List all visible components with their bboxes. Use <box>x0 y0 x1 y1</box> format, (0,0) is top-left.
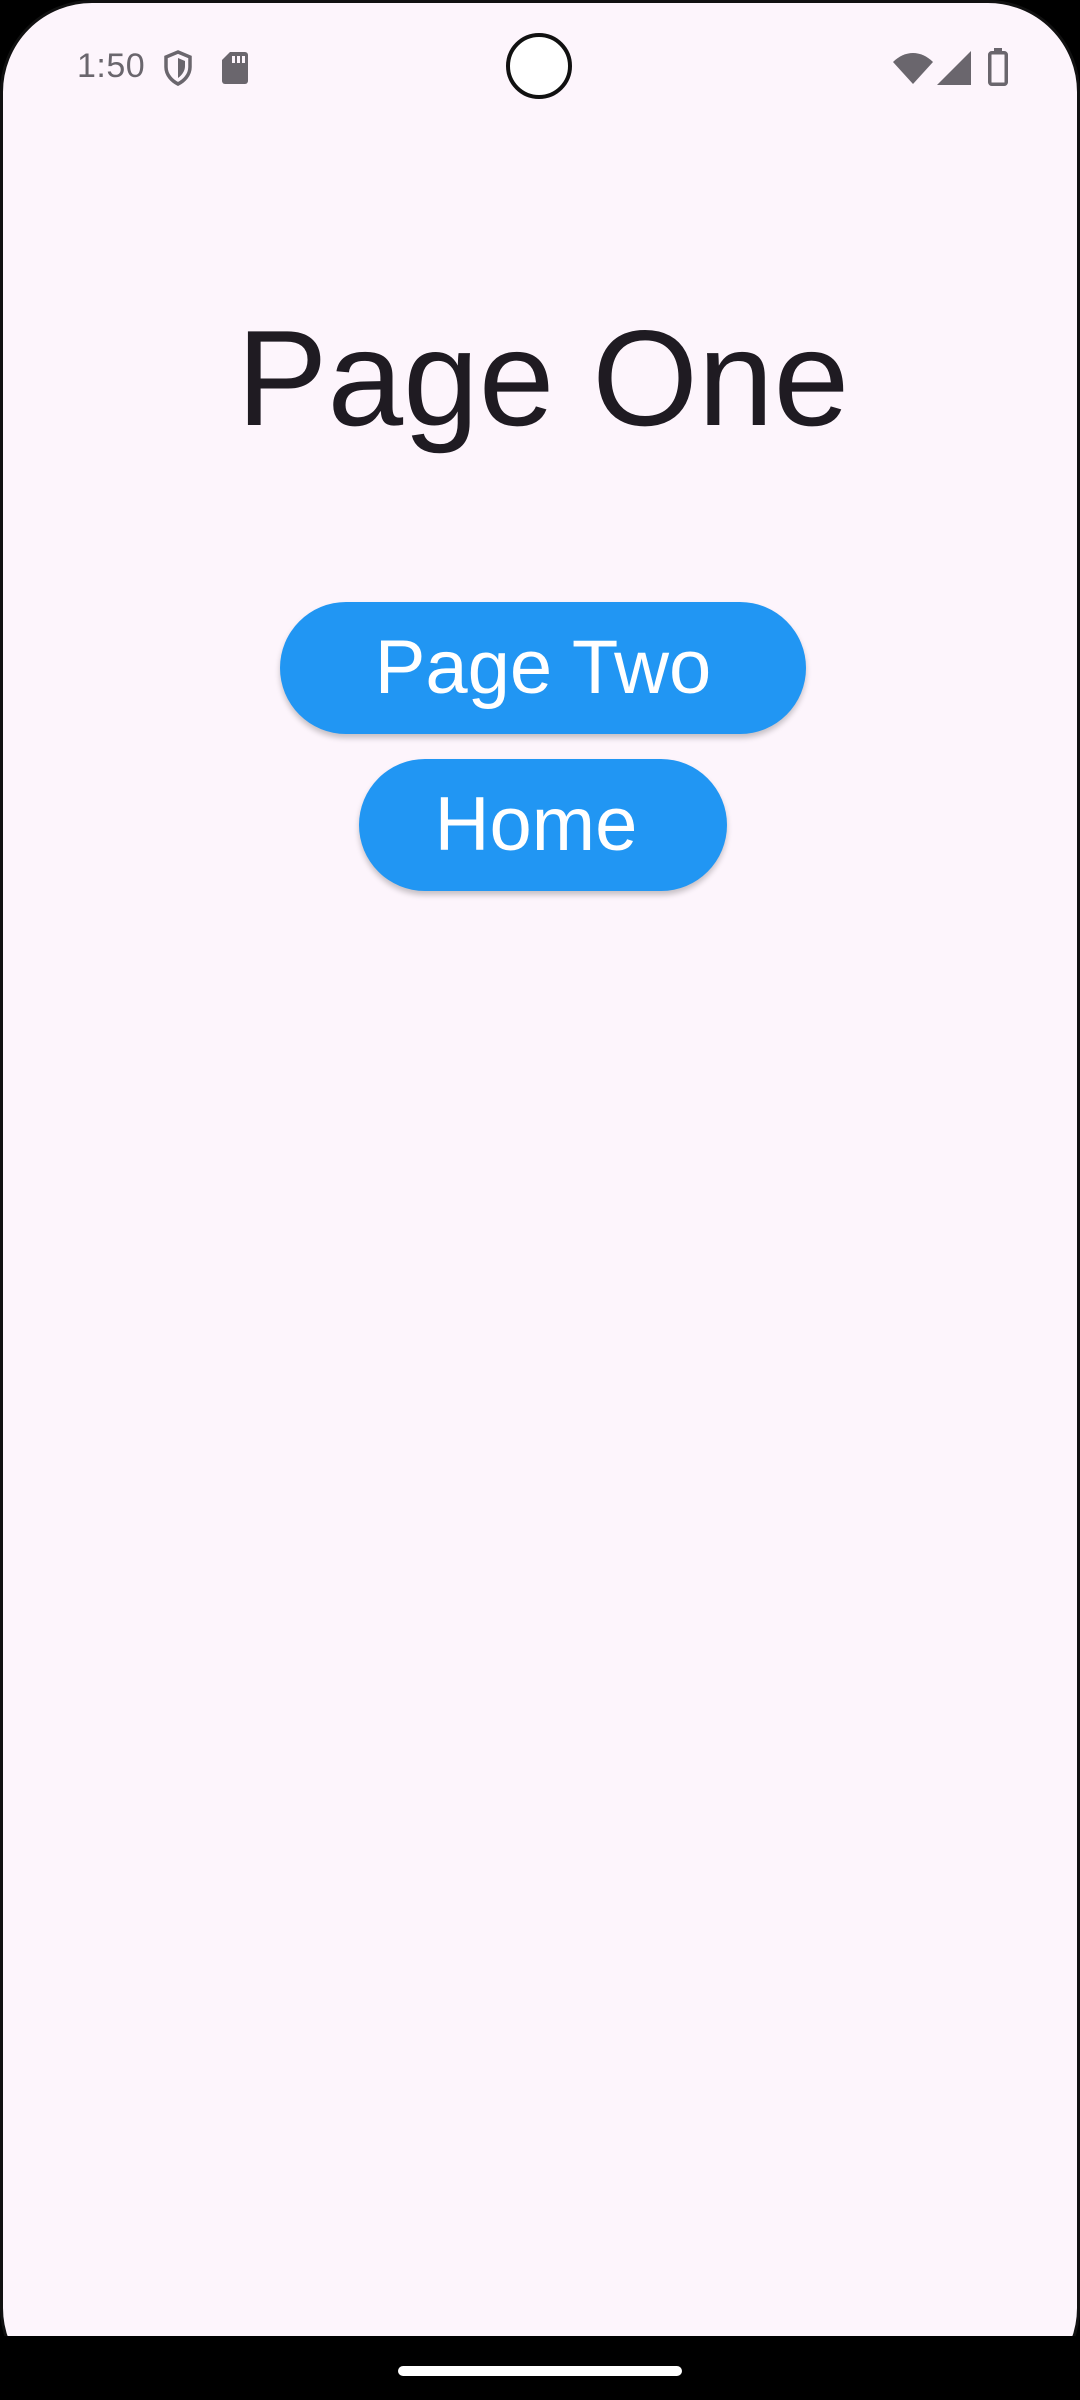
page-title: Page One <box>236 302 850 454</box>
status-bar: 1:50 <box>3 3 1077 133</box>
home-gesture-handle[interactable] <box>398 2366 682 2376</box>
page-two-button[interactable]: Page Two <box>280 602 806 734</box>
wifi-icon <box>893 52 933 89</box>
camera-cutout <box>506 33 572 99</box>
signal-icon <box>937 51 971 90</box>
battery-icon <box>988 48 1008 91</box>
phone-screen: 1:50 Page One Page Two Home <box>0 0 1080 2400</box>
shield-icon <box>163 50 193 91</box>
status-time: 1:50 <box>77 47 146 85</box>
sd-card-icon <box>222 51 248 90</box>
home-button[interactable]: Home <box>359 759 727 891</box>
